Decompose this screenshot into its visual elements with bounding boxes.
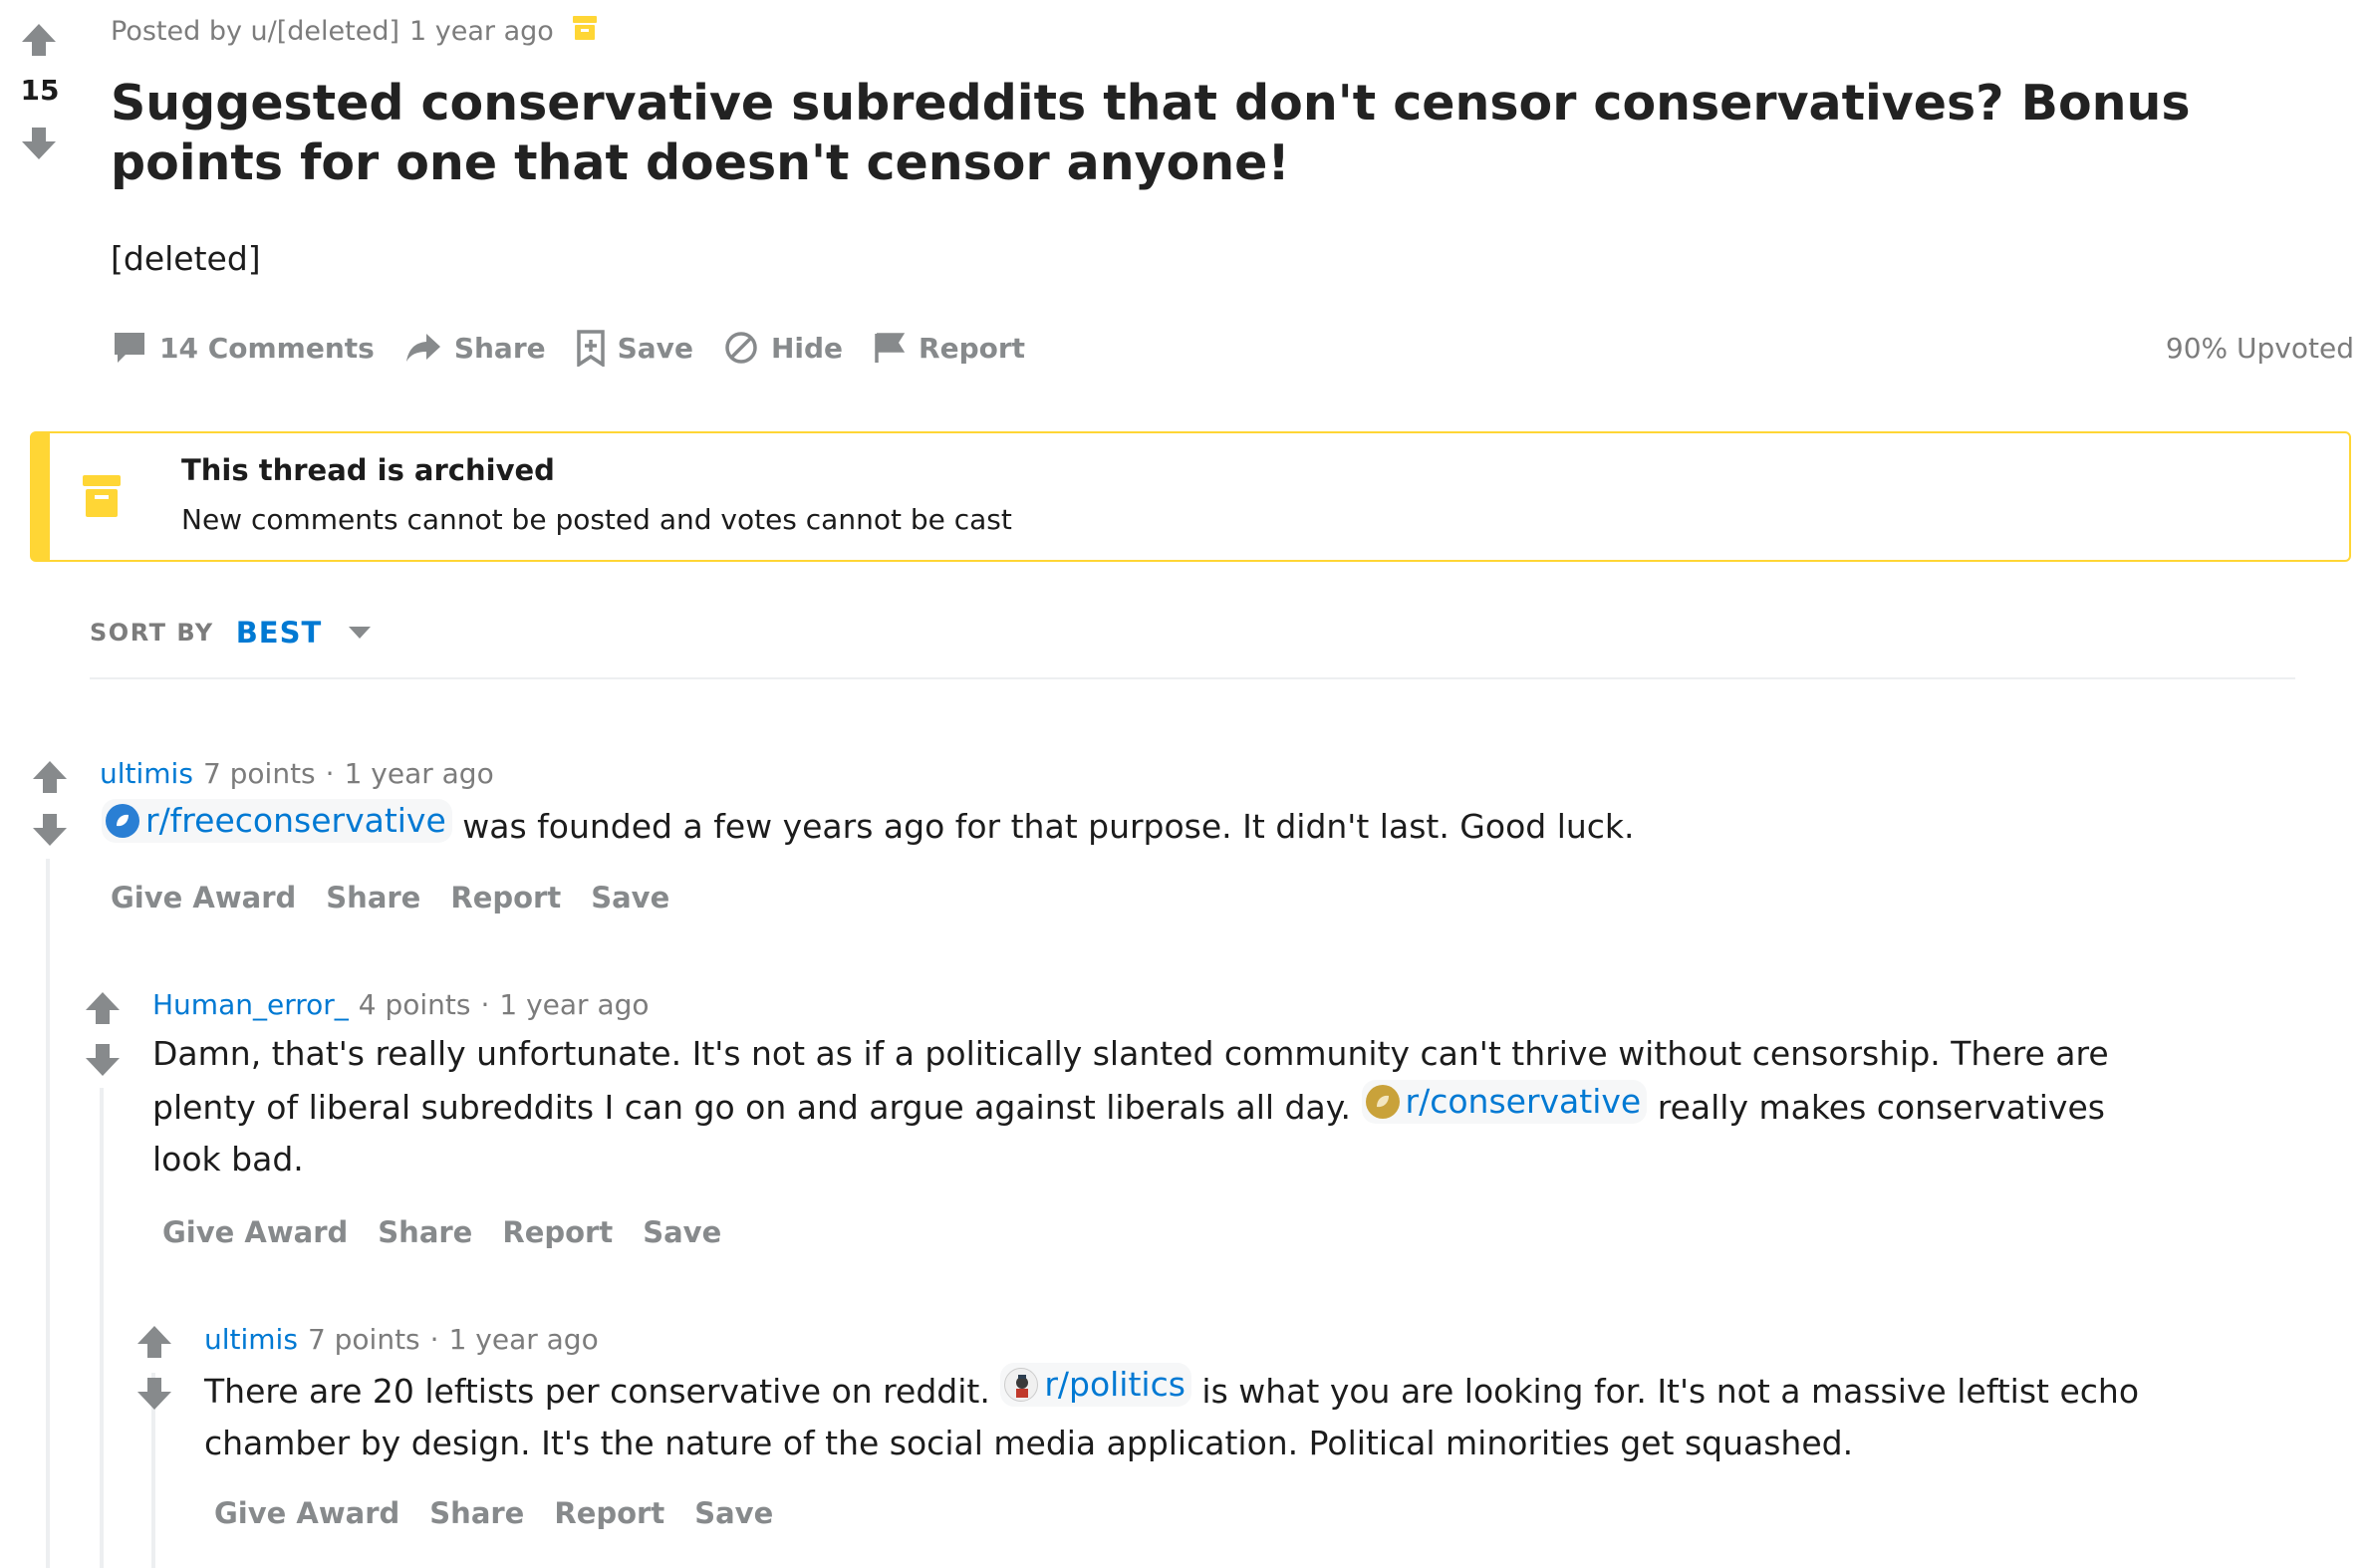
give-award-button[interactable]: Give Award	[162, 1215, 348, 1249]
upvote-ratio: 90% Upvoted	[2165, 332, 2354, 365]
subreddit-name: r/freeconservative	[145, 801, 446, 840]
subreddit-name: r/conservative	[1405, 1082, 1642, 1121]
archive-text: New comments cannot be posted and votes …	[181, 503, 1012, 536]
comment-actions: Give Award Share Report Save	[162, 1215, 721, 1249]
comment-body: Damn, that's really unfortunate. It's no…	[152, 1028, 2175, 1185]
comment-upvote-button[interactable]	[135, 1324, 173, 1360]
comment-icon	[115, 333, 144, 363]
post-title[interactable]: Suggested conservative subreddits that d…	[111, 74, 2332, 193]
downvote-arrow-icon	[86, 1044, 120, 1076]
comment-author[interactable]: ultimis	[100, 757, 193, 790]
upvote-arrow-icon	[86, 992, 120, 1024]
upvote-arrow-icon	[22, 24, 56, 56]
report-button[interactable]: Report	[450, 881, 561, 915]
hide-icon	[725, 332, 757, 364]
upvote-arrow-icon	[137, 1326, 171, 1358]
meta-separator: ·	[429, 1323, 439, 1356]
sort-label: SORT BY	[90, 619, 214, 647]
report-button[interactable]: Report	[554, 1496, 664, 1530]
report-button[interactable]: Report	[873, 331, 1025, 365]
archive-title: This thread is archived	[181, 453, 555, 487]
save-button[interactable]: Save	[643, 1215, 721, 1249]
share-button[interactable]: Share	[378, 1215, 472, 1249]
post-time[interactable]: 1 year ago	[409, 16, 554, 47]
meta-separator: ·	[325, 757, 335, 790]
downvote-arrow-icon	[22, 128, 56, 159]
report-button[interactable]: Report	[502, 1215, 613, 1249]
upvote-arrow-icon	[33, 761, 67, 793]
post-score: 15	[20, 74, 60, 107]
subreddit-icon	[1004, 1368, 1039, 1402]
share-icon	[405, 334, 440, 362]
sort-dropdown[interactable]: BEST	[236, 616, 373, 650]
comment-meta: ultimis 7 points · 1 year ago	[100, 757, 494, 790]
report-label: Report	[919, 331, 1026, 365]
comment-body: r/freeconservative was founded a few yea…	[102, 799, 1635, 853]
comment-actions: Give Award Share Report Save	[214, 1496, 773, 1530]
downvote-arrow-icon	[33, 814, 67, 846]
share-button[interactable]: Share	[429, 1496, 524, 1530]
thread-line-level-2[interactable]	[100, 1088, 104, 1568]
comment-points: 7 points	[307, 1323, 420, 1356]
post-actions: 14 Comments Share Save Hide Report	[112, 329, 1025, 367]
flag-icon	[875, 333, 906, 363]
post-author[interactable]: Posted by u/[deleted]	[111, 16, 399, 47]
chevron-down-icon	[349, 627, 372, 639]
comment-actions: Give Award Share Report Save	[111, 881, 669, 915]
comment-text: There are 20 leftists per conservative o…	[204, 1372, 990, 1411]
hide-button[interactable]: Hide	[723, 330, 843, 366]
save-button[interactable]: Save	[591, 881, 669, 915]
save-button[interactable]: Save	[576, 329, 693, 367]
post-body: [deleted]	[111, 239, 261, 278]
comment-downvote-button[interactable]	[135, 1376, 173, 1412]
share-button[interactable]: Share	[326, 881, 420, 915]
subreddit-link[interactable]: r/freeconservative	[102, 799, 452, 843]
thread-line-level-1[interactable]	[46, 859, 50, 1568]
save-label: Save	[617, 331, 693, 365]
comment-downvote-button[interactable]	[84, 1042, 122, 1078]
comment-meta: ultimis 7 points · 1 year ago	[204, 1323, 599, 1356]
subreddit-link[interactable]: r/conservative	[1361, 1080, 1648, 1124]
share-button[interactable]: Share	[404, 331, 546, 365]
subreddit-link[interactable]: r/politics	[1000, 1363, 1191, 1407]
post-upvote-button[interactable]	[20, 22, 58, 58]
archive-icon	[572, 14, 598, 49]
comment-time[interactable]: 1 year ago	[449, 1323, 599, 1356]
comment-points: 7 points	[202, 757, 316, 790]
comment-time[interactable]: 1 year ago	[499, 988, 649, 1021]
comment-points: 4 points	[358, 988, 471, 1021]
comments-count: 14 Comments	[159, 331, 375, 365]
share-label: Share	[453, 331, 546, 365]
comment-time[interactable]: 1 year ago	[345, 757, 494, 790]
sort-divider	[90, 677, 2295, 679]
give-award-button[interactable]: Give Award	[111, 881, 296, 915]
comments-button[interactable]: 14 Comments	[112, 330, 375, 366]
comment-upvote-button[interactable]	[31, 759, 69, 795]
meta-separator: ·	[480, 988, 490, 1021]
post-meta: Posted by u/[deleted] 1 year ago	[111, 14, 598, 49]
archive-box-icon	[83, 475, 121, 517]
comment-text: was founded a few years ago for that pur…	[462, 807, 1635, 846]
downvote-arrow-icon	[137, 1378, 171, 1410]
sort-bar: SORT BY BEST	[90, 616, 372, 650]
comment-author[interactable]: ultimis	[204, 1323, 298, 1356]
subreddit-icon	[106, 804, 139, 838]
subreddit-name: r/politics	[1044, 1365, 1186, 1404]
archive-notice: This thread is archived New comments can…	[30, 431, 2351, 562]
subreddit-icon	[1365, 1085, 1400, 1119]
bookmark-add-icon	[576, 330, 605, 367]
comment-body: There are 20 leftists per conservative o…	[204, 1363, 2237, 1469]
post-downvote-button[interactable]	[20, 126, 58, 161]
save-button[interactable]: Save	[694, 1496, 773, 1530]
comment-upvote-button[interactable]	[84, 990, 122, 1026]
sort-value: BEST	[235, 616, 323, 650]
comment-meta: Human_error_ 4 points · 1 year ago	[152, 988, 650, 1021]
give-award-button[interactable]: Give Award	[214, 1496, 399, 1530]
comment-downvote-button[interactable]	[31, 812, 69, 848]
comment-author[interactable]: Human_error_	[152, 988, 349, 1021]
hide-label: Hide	[770, 331, 844, 365]
